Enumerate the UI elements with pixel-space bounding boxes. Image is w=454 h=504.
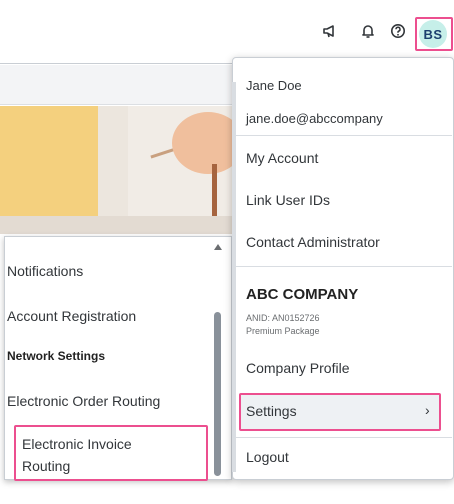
scrollbar-thumb[interactable] <box>214 312 221 476</box>
scroll-up-arrow[interactable] <box>214 244 222 250</box>
megaphone-icon[interactable] <box>317 18 343 44</box>
submenu-item-electronic-invoice-routing[interactable]: Electronic Invoice Routing <box>22 433 172 477</box>
help-icon[interactable] <box>385 18 411 44</box>
link-user-ids-link[interactable]: Link User IDs <box>246 192 330 208</box>
avatar-highlight: BS <box>415 17 453 51</box>
submenu-item-notifications[interactable]: Notifications <box>7 263 83 279</box>
user-name: Jane Doe <box>246 78 302 93</box>
my-account-link[interactable]: My Account <box>246 150 318 166</box>
divider <box>234 437 452 438</box>
divider <box>234 266 452 267</box>
submenu-item-electronic-order-routing[interactable]: Electronic Order Routing <box>7 393 160 409</box>
chevron-right-icon: › <box>425 402 430 418</box>
top-bar: BS <box>0 0 454 64</box>
submenu-item-account-registration[interactable]: Account Registration <box>7 308 136 324</box>
contact-administrator-link[interactable]: Contact Administrator <box>246 234 380 250</box>
hero-image <box>0 106 232 234</box>
company-profile-link[interactable]: Company Profile <box>246 360 350 376</box>
company-anid: ANID: AN0152726 <box>246 313 320 323</box>
bell-icon[interactable] <box>355 18 381 44</box>
dropdown-scrollbar <box>232 82 236 472</box>
network-settings-heading: Network Settings <box>7 349 106 363</box>
avatar[interactable]: BS <box>419 20 447 48</box>
divider <box>234 135 452 136</box>
company-name: ABC COMPANY <box>246 286 359 303</box>
company-package: Premium Package <box>246 326 320 336</box>
user-email: jane.doe@abccompany <box>246 111 383 126</box>
settings-label[interactable]: Settings <box>246 403 297 419</box>
logout-link[interactable]: Logout <box>246 449 289 465</box>
page-header-strip <box>0 65 232 105</box>
